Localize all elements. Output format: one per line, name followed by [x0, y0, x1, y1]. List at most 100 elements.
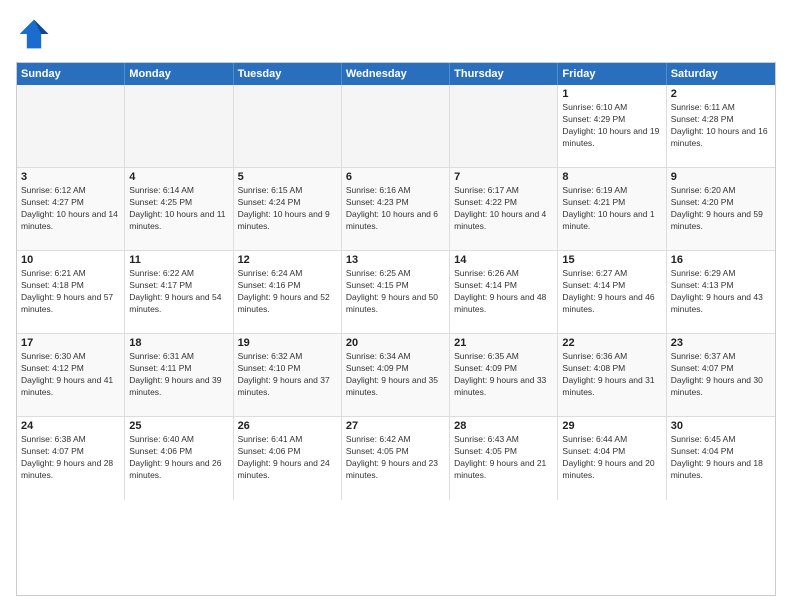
- day-cell: 24 Sunrise: 6:38 AM Sunset: 4:07 PM Dayli…: [17, 417, 125, 500]
- page: SundayMondayTuesdayWednesdayThursdayFrid…: [0, 0, 792, 612]
- day-cell: 16Sunrise: 6:29 AM Sunset: 4:13 PM Dayli…: [667, 251, 775, 333]
- header: [16, 16, 776, 52]
- weekday-header: Saturday: [667, 63, 775, 85]
- day-cell: 28 Sunrise: 6:43 AM Sunset: 4:05 PM Dayli…: [450, 417, 558, 500]
- day-info: Sunrise: 6:12 AM Sunset: 4:27 PM Dayligh…: [21, 185, 120, 233]
- day-info: Sunrise: 6:41 AM Sunset: 4:06 PM Dayligh…: [238, 434, 337, 482]
- day-cell: 29 Sunrise: 6:44 AM Sunset: 4:04 PM Dayli…: [558, 417, 666, 500]
- weekday-header: Sunday: [17, 63, 125, 85]
- day-number: 23: [671, 337, 771, 349]
- calendar-row: 1 Sunrise: 6:10 AM Sunset: 4:29 PM Daylig…: [17, 85, 775, 168]
- day-info: Sunrise: 6:16 AM Sunset: 4:23 PM Dayligh…: [346, 185, 445, 233]
- day-number: 10: [21, 254, 120, 266]
- logo: [16, 16, 56, 52]
- day-number: 4: [129, 171, 228, 183]
- day-number: 14: [454, 254, 553, 266]
- day-info: Sunrise: 6:42 AM Sunset: 4:05 PM Dayligh…: [346, 434, 445, 482]
- empty-cell: [125, 85, 233, 167]
- day-cell: 20Sunrise: 6:34 AM Sunset: 4:09 PM Dayli…: [342, 334, 450, 416]
- day-cell: 14 Sunrise: 6:26 AM Sunset: 4:14 PM Dayli…: [450, 251, 558, 333]
- day-cell: 10 Sunrise: 6:21 AM Sunset: 4:18 PM Dayli…: [17, 251, 125, 333]
- calendar: SundayMondayTuesdayWednesdayThursdayFrid…: [16, 62, 776, 596]
- weekday-header: Friday: [558, 63, 666, 85]
- day-cell: 9Sunrise: 6:20 AM Sunset: 4:20 PM Daylig…: [667, 168, 775, 250]
- day-number: 12: [238, 254, 337, 266]
- day-number: 21: [454, 337, 553, 349]
- weekday-header: Monday: [125, 63, 233, 85]
- weekday-header: Tuesday: [234, 63, 342, 85]
- day-info: Sunrise: 6:43 AM Sunset: 4:05 PM Dayligh…: [454, 434, 553, 482]
- day-cell: 12 Sunrise: 6:24 AM Sunset: 4:16 PM Dayli…: [234, 251, 342, 333]
- day-info: Sunrise: 6:11 AM Sunset: 4:28 PM Dayligh…: [671, 102, 771, 150]
- day-cell: 5 Sunrise: 6:15 AM Sunset: 4:24 PM Daylig…: [234, 168, 342, 250]
- day-cell: 13Sunrise: 6:25 AM Sunset: 4:15 PM Dayli…: [342, 251, 450, 333]
- day-info: Sunrise: 6:20 AM Sunset: 4:20 PM Dayligh…: [671, 185, 771, 233]
- calendar-row: 17 Sunrise: 6:30 AM Sunset: 4:12 PM Dayli…: [17, 334, 775, 417]
- day-info: Sunrise: 6:35 AM Sunset: 4:09 PM Dayligh…: [454, 351, 553, 399]
- day-info: Sunrise: 6:45 AM Sunset: 4:04 PM Dayligh…: [671, 434, 771, 482]
- day-info: Sunrise: 6:21 AM Sunset: 4:18 PM Dayligh…: [21, 268, 120, 316]
- day-cell: 26 Sunrise: 6:41 AM Sunset: 4:06 PM Dayli…: [234, 417, 342, 500]
- day-number: 19: [238, 337, 337, 349]
- day-number: 29: [562, 420, 661, 432]
- calendar-body: 1 Sunrise: 6:10 AM Sunset: 4:29 PM Daylig…: [17, 85, 775, 500]
- day-cell: 4 Sunrise: 6:14 AM Sunset: 4:25 PM Daylig…: [125, 168, 233, 250]
- day-number: 13: [346, 254, 445, 266]
- calendar-row: 3 Sunrise: 6:12 AM Sunset: 4:27 PM Daylig…: [17, 168, 775, 251]
- day-info: Sunrise: 6:26 AM Sunset: 4:14 PM Dayligh…: [454, 268, 553, 316]
- day-cell: 25Sunrise: 6:40 AM Sunset: 4:06 PM Dayli…: [125, 417, 233, 500]
- day-number: 3: [21, 171, 120, 183]
- logo-icon: [16, 16, 52, 52]
- day-info: Sunrise: 6:17 AM Sunset: 4:22 PM Dayligh…: [454, 185, 553, 233]
- day-number: 26: [238, 420, 337, 432]
- day-cell: 15Sunrise: 6:27 AM Sunset: 4:14 PM Dayli…: [558, 251, 666, 333]
- day-number: 2: [671, 88, 771, 100]
- day-cell: 3 Sunrise: 6:12 AM Sunset: 4:27 PM Daylig…: [17, 168, 125, 250]
- weekday-header: Thursday: [450, 63, 558, 85]
- empty-cell: [234, 85, 342, 167]
- empty-cell: [342, 85, 450, 167]
- day-cell: 2 Sunrise: 6:11 AM Sunset: 4:28 PM Daylig…: [667, 85, 775, 167]
- day-number: 17: [21, 337, 120, 349]
- calendar-row: 24 Sunrise: 6:38 AM Sunset: 4:07 PM Dayli…: [17, 417, 775, 500]
- day-cell: 17 Sunrise: 6:30 AM Sunset: 4:12 PM Dayli…: [17, 334, 125, 416]
- day-info: Sunrise: 6:10 AM Sunset: 4:29 PM Dayligh…: [562, 102, 661, 150]
- day-cell: 27Sunrise: 6:42 AM Sunset: 4:05 PM Dayli…: [342, 417, 450, 500]
- empty-cell: [450, 85, 558, 167]
- day-number: 1: [562, 88, 661, 100]
- day-cell: 23 Sunrise: 6:37 AM Sunset: 4:07 PM Dayli…: [667, 334, 775, 416]
- empty-cell: [17, 85, 125, 167]
- day-info: Sunrise: 6:30 AM Sunset: 4:12 PM Dayligh…: [21, 351, 120, 399]
- day-info: Sunrise: 6:31 AM Sunset: 4:11 PM Dayligh…: [129, 351, 228, 399]
- day-number: 22: [562, 337, 661, 349]
- day-cell: 18 Sunrise: 6:31 AM Sunset: 4:11 PM Dayli…: [125, 334, 233, 416]
- day-info: Sunrise: 6:15 AM Sunset: 4:24 PM Dayligh…: [238, 185, 337, 233]
- day-cell: 21 Sunrise: 6:35 AM Sunset: 4:09 PM Dayli…: [450, 334, 558, 416]
- day-info: Sunrise: 6:44 AM Sunset: 4:04 PM Dayligh…: [562, 434, 661, 482]
- day-number: 5: [238, 171, 337, 183]
- day-info: Sunrise: 6:40 AM Sunset: 4:06 PM Dayligh…: [129, 434, 228, 482]
- day-number: 8: [562, 171, 661, 183]
- calendar-row: 10 Sunrise: 6:21 AM Sunset: 4:18 PM Dayli…: [17, 251, 775, 334]
- day-number: 15: [562, 254, 661, 266]
- day-info: Sunrise: 6:24 AM Sunset: 4:16 PM Dayligh…: [238, 268, 337, 316]
- day-info: Sunrise: 6:22 AM Sunset: 4:17 PM Dayligh…: [129, 268, 228, 316]
- day-info: Sunrise: 6:37 AM Sunset: 4:07 PM Dayligh…: [671, 351, 771, 399]
- day-number: 18: [129, 337, 228, 349]
- day-info: Sunrise: 6:36 AM Sunset: 4:08 PM Dayligh…: [562, 351, 661, 399]
- day-number: 28: [454, 420, 553, 432]
- day-info: Sunrise: 6:38 AM Sunset: 4:07 PM Dayligh…: [21, 434, 120, 482]
- day-cell: 6Sunrise: 6:16 AM Sunset: 4:23 PM Daylig…: [342, 168, 450, 250]
- weekday-header: Wednesday: [342, 63, 450, 85]
- day-info: Sunrise: 6:19 AM Sunset: 4:21 PM Dayligh…: [562, 185, 661, 233]
- day-number: 16: [671, 254, 771, 266]
- day-cell: 30Sunrise: 6:45 AM Sunset: 4:04 PM Dayli…: [667, 417, 775, 500]
- day-number: 24: [21, 420, 120, 432]
- day-info: Sunrise: 6:14 AM Sunset: 4:25 PM Dayligh…: [129, 185, 228, 233]
- day-cell: 22 Sunrise: 6:36 AM Sunset: 4:08 PM Dayli…: [558, 334, 666, 416]
- day-info: Sunrise: 6:32 AM Sunset: 4:10 PM Dayligh…: [238, 351, 337, 399]
- day-number: 7: [454, 171, 553, 183]
- day-number: 20: [346, 337, 445, 349]
- day-cell: 7 Sunrise: 6:17 AM Sunset: 4:22 PM Daylig…: [450, 168, 558, 250]
- day-cell: 19 Sunrise: 6:32 AM Sunset: 4:10 PM Dayli…: [234, 334, 342, 416]
